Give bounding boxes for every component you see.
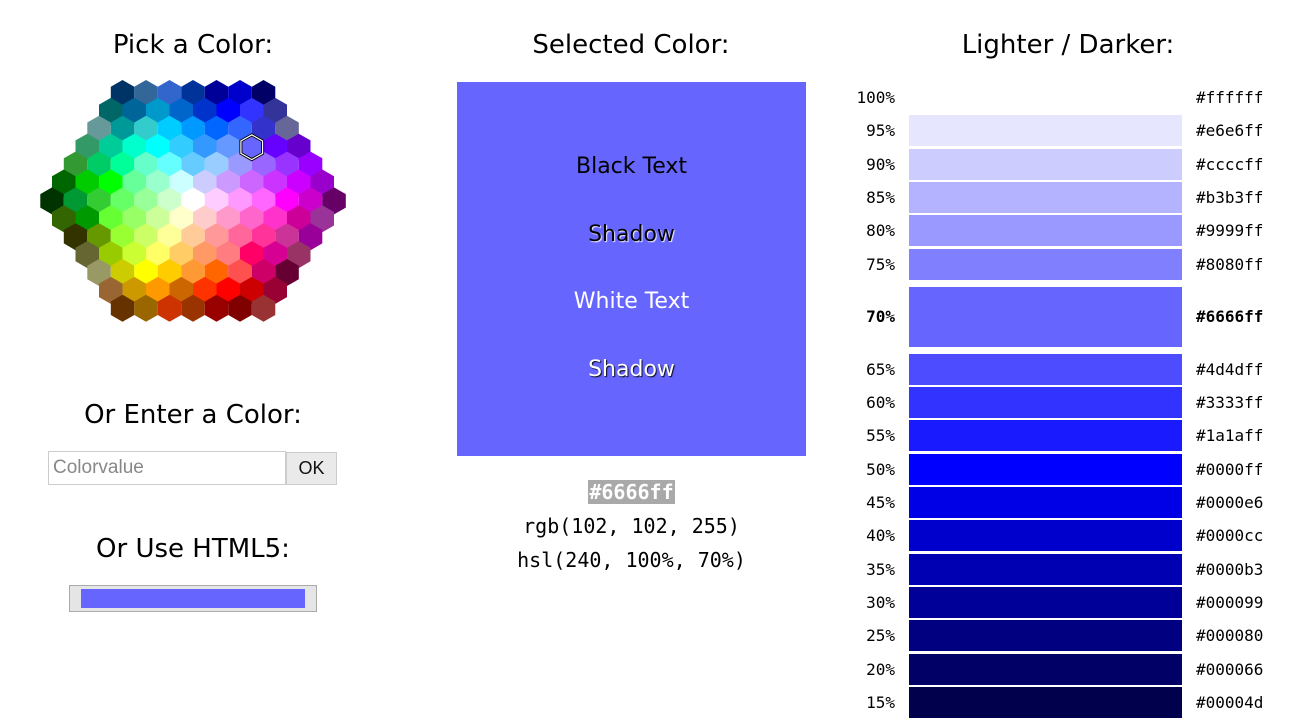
shade-hex-code: #9999ff: [1196, 221, 1264, 241]
shade-row[interactable]: 55% #1a1aff: [840, 420, 1280, 452]
shade-swatch[interactable]: [909, 115, 1182, 147]
shade-swatch[interactable]: [909, 487, 1182, 518]
shade-swatch[interactable]: [909, 286, 1182, 347]
shade-hex-code: #000066: [1196, 659, 1264, 679]
ok-button[interactable]: OK: [286, 452, 337, 485]
shade-swatch[interactable]: [909, 586, 1182, 618]
shade-swatch[interactable]: [909, 148, 1182, 180]
shade-hex-code: #000099: [1196, 592, 1264, 612]
shade-percent: 70%: [866, 306, 895, 326]
shade-percent: 35%: [866, 559, 895, 579]
black-shadow-sample: Shadow: [588, 222, 675, 247]
shade-percent: 30%: [866, 592, 895, 612]
html5-color-swatch: [81, 589, 305, 608]
shade-row[interactable]: 100% #ffffff: [840, 82, 1280, 113]
shade-row-selected[interactable]: 70% #6666ff: [840, 286, 1280, 347]
shade-percent: 55%: [866, 426, 895, 446]
selected-hsl-code: hsl(240, 100%, 70%): [517, 548, 746, 572]
shade-swatch[interactable]: [909, 553, 1182, 585]
shade-percent: 90%: [866, 154, 895, 174]
selected-color-heading: Selected Color:: [532, 30, 730, 60]
shade-percent: 45%: [866, 493, 895, 512]
shade-percent: 80%: [866, 221, 895, 241]
shade-hex-code: #0000cc: [1196, 526, 1264, 546]
shade-percent: 95%: [866, 121, 895, 141]
selected-color-preview: Black Text Shadow White Text Shadow: [457, 82, 806, 456]
html5-color-input[interactable]: [69, 585, 317, 612]
shade-hex-code: #000080: [1196, 626, 1264, 646]
shade-swatch[interactable]: [909, 248, 1182, 280]
shade-percent: 50%: [866, 459, 895, 479]
shade-swatch[interactable]: [909, 82, 1182, 113]
shade-hex-code: #00004d: [1196, 692, 1264, 712]
enter-color-heading: Or Enter a Color:: [84, 400, 302, 430]
selected-hex-value: #6666ff: [588, 480, 675, 504]
shade-hex-code: #0000ff: [1196, 459, 1264, 479]
shade-row[interactable]: 15% #00004d: [840, 686, 1280, 718]
shade-percent: 25%: [866, 626, 895, 646]
shade-row[interactable]: 60% #3333ff: [840, 387, 1280, 419]
selected-rgb-code: rgb(102, 102, 255): [523, 514, 740, 538]
shade-row[interactable]: 45% #0000e6: [840, 487, 1280, 518]
pick-color-heading: Pick a Color:: [112, 30, 274, 60]
shade-percent: 40%: [866, 526, 895, 546]
shade-hex-code: #0000e6: [1196, 493, 1264, 512]
shade-hex-code: #b3b3ff: [1196, 187, 1264, 207]
black-text-sample: Black Text: [575, 154, 687, 179]
shade-swatch[interactable]: [909, 686, 1182, 718]
shade-row[interactable]: 95% #e6e6ff: [840, 115, 1280, 147]
shade-percent: 15%: [866, 692, 895, 712]
white-text-sample: White Text: [573, 289, 690, 314]
shade-swatch[interactable]: [909, 215, 1182, 247]
shade-row[interactable]: 50% #0000ff: [840, 453, 1280, 485]
shade-swatch[interactable]: [909, 353, 1182, 385]
shade-swatch[interactable]: [909, 387, 1182, 419]
shade-percent: 100%: [856, 88, 895, 107]
shade-swatch[interactable]: [909, 420, 1182, 452]
shade-row[interactable]: 80% #9999ff: [840, 215, 1280, 247]
html5-heading: Or Use HTML5:: [96, 534, 290, 564]
shade-row[interactable]: 40% #0000cc: [840, 520, 1280, 552]
shade-percent: 65%: [866, 359, 895, 379]
shade-percent: 20%: [866, 659, 895, 679]
shade-swatch[interactable]: [909, 653, 1182, 685]
shade-hex-code: #3333ff: [1196, 393, 1264, 413]
shade-row[interactable]: 75% #8080ff: [840, 248, 1280, 280]
color-value-input[interactable]: [48, 451, 286, 485]
shade-hex-code: #ccccff: [1196, 154, 1264, 174]
shade-row[interactable]: 20% #000066: [840, 653, 1280, 685]
shade-row[interactable]: 30% #000099: [840, 586, 1280, 618]
shade-row[interactable]: 90% #ccccff: [840, 148, 1280, 180]
shade-hex-code: #0000b3: [1196, 559, 1264, 579]
shade-hex-code: #4d4dff: [1196, 359, 1264, 379]
shade-row[interactable]: 25% #000080: [840, 620, 1280, 652]
shade-swatch[interactable]: [909, 181, 1182, 213]
selected-hex-code: #6666ff: [457, 480, 806, 504]
shade-swatch[interactable]: [909, 453, 1182, 485]
shade-percent: 60%: [866, 393, 895, 413]
shade-hex-code: #6666ff: [1196, 306, 1264, 326]
shade-hex-code: #1a1aff: [1196, 426, 1264, 446]
shade-hex-code: #8080ff: [1196, 254, 1264, 274]
shade-swatch[interactable]: [909, 620, 1182, 652]
shade-row[interactable]: 35% #0000b3: [840, 553, 1280, 585]
shade-swatch[interactable]: [909, 520, 1182, 552]
shade-row[interactable]: 65% #4d4dff: [840, 353, 1280, 385]
shade-percent: 75%: [866, 254, 895, 274]
shade-row[interactable]: 85% #b3b3ff: [840, 181, 1280, 213]
shade-hex-code: #ffffff: [1196, 88, 1264, 107]
white-shadow-sample: Shadow: [588, 357, 675, 382]
color-hexagon-map[interactable]: [40, 76, 346, 338]
shade-percent: 85%: [866, 187, 895, 207]
shade-hex-code: #e6e6ff: [1196, 121, 1264, 141]
lighter-darker-heading: Lighter / Darker:: [961, 30, 1175, 60]
